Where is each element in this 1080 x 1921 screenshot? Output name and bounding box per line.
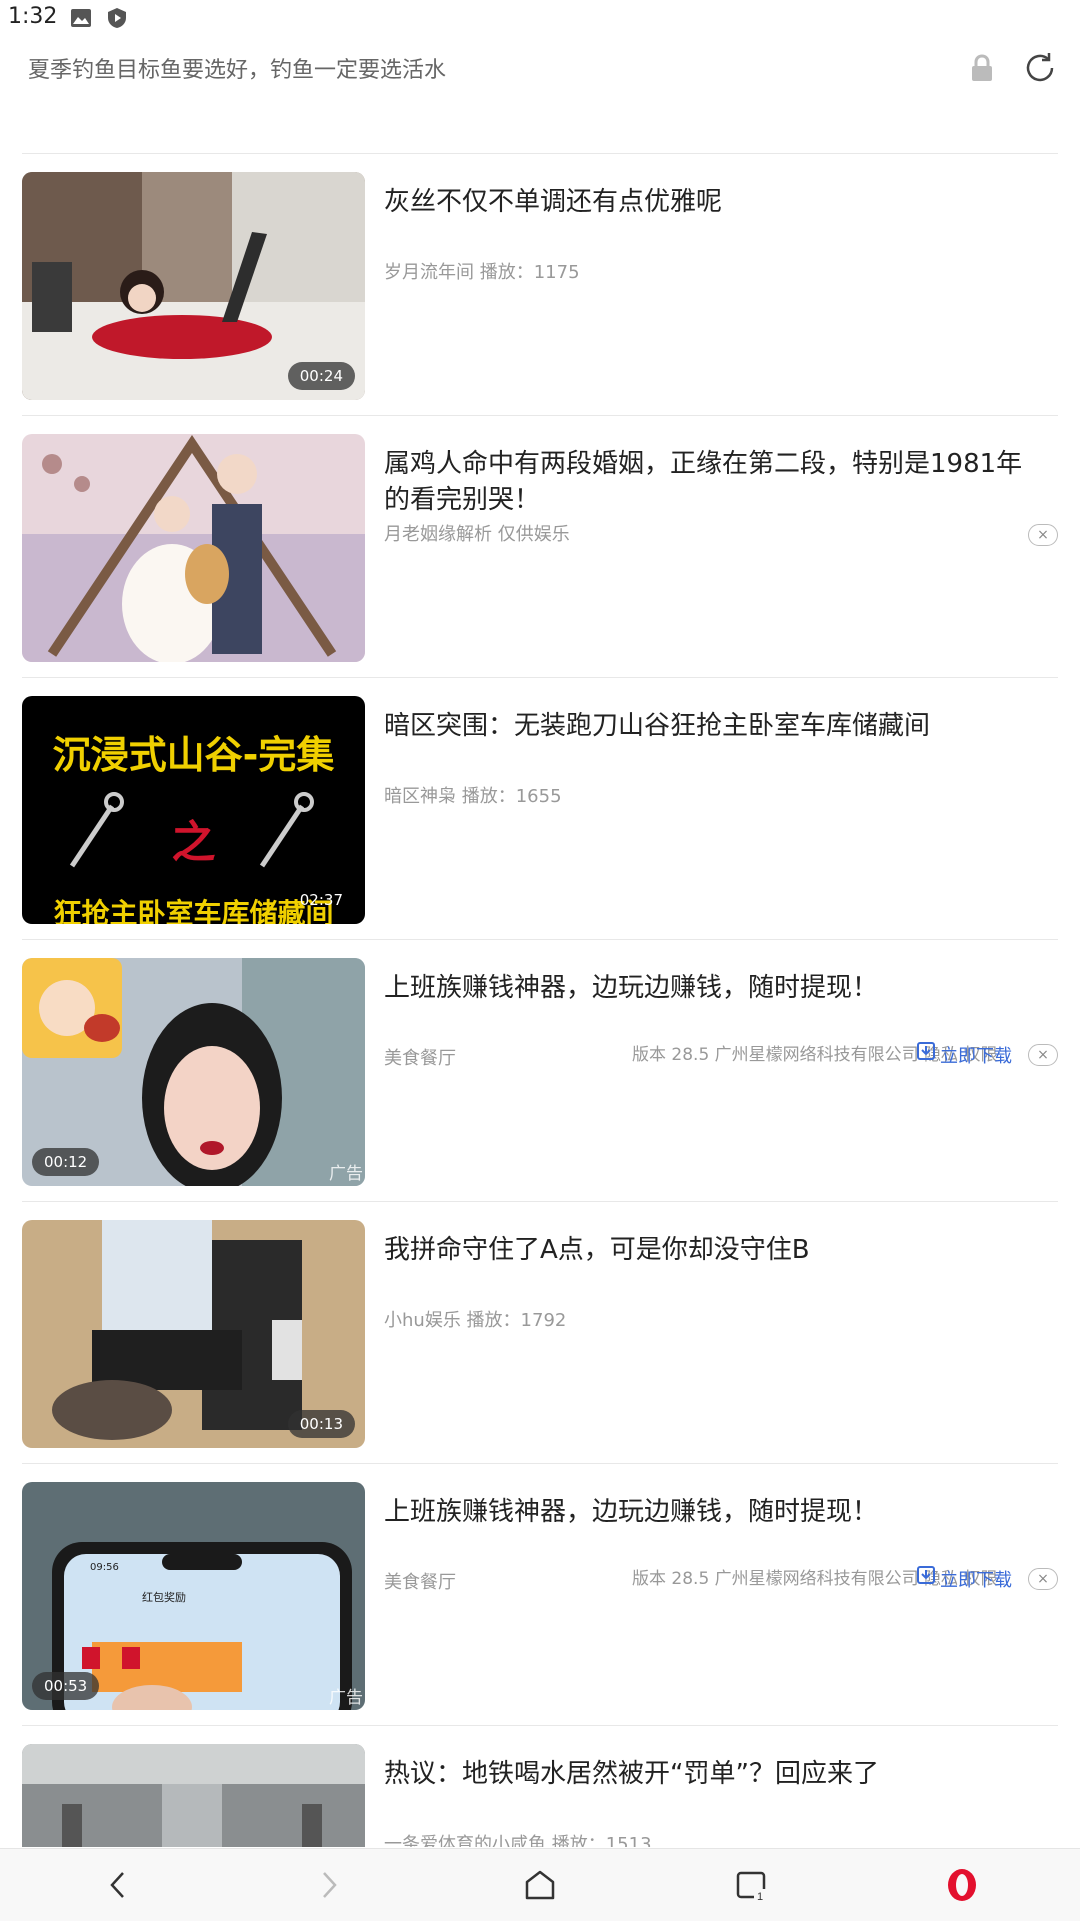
list-item[interactable]: 00:13 我拼命守住了A点，可是你却没守住B 小hu娱乐 播放：1792 [0,1220,1080,1450]
download-button[interactable]: 立即下载 [940,1566,1012,1592]
article-meta: 月老姻缘解析 仅供娱乐 [384,524,570,545]
home-icon[interactable] [520,1865,560,1905]
tabs-count: 1 [757,1891,763,1903]
video-duration: 02:37 [299,891,343,909]
ad-label: 广告 [329,1164,363,1184]
article-meta: 岁月流年间 播放：1175 [384,262,580,283]
article-title[interactable]: 上班族赚钱神器，边玩边赚钱，随时提现！ [384,970,1044,1006]
divider [22,677,1058,678]
article-title[interactable]: 暗区突围：无装跑刀山谷狂抢主卧室车库储藏间 [384,708,1044,744]
bottom-navigation: 1 [0,1848,1080,1921]
gallery-notification-icon [71,9,91,27]
video-duration: 00:12 [32,1148,100,1176]
video-thumbnail[interactable] [22,434,365,662]
video-duration: 00:24 [287,362,355,390]
phone-status-time: 09:56 [90,1562,119,1573]
dismiss-button[interactable]: × [1028,1568,1058,1590]
divider [22,415,1058,416]
status-time: 1:32 [8,4,58,29]
shield-notification-icon [108,8,126,28]
ad-label: 广告 [329,1688,363,1708]
advertiser-name: 美食餐厅 [384,1572,456,1593]
divider [22,153,1058,154]
opera-icon[interactable] [942,1865,982,1905]
article-meta: 小hu娱乐 播放：1792 [384,1310,567,1331]
dismiss-button[interactable]: × [1028,524,1058,546]
address-bar[interactable]: 夏季钓鱼目标鱼要选好，钓鱼一定要选活水 [0,36,1080,102]
video-duration: 00:13 [287,1410,355,1438]
list-item[interactable]: 热议：地铁喝水居然被开“罚单”？回应来了 一条爱体育的小咸鱼 播放：1513 [0,1744,1080,1847]
video-duration: 00:53 [32,1672,100,1700]
divider [22,939,1058,940]
video-thumbnail[interactable]: 00:12 广告 [22,958,365,1186]
download-button[interactable]: 立即下载 [940,1042,1012,1068]
back-icon[interactable] [98,1865,138,1905]
download-icon[interactable] [917,1042,935,1060]
divider [22,1725,1058,1726]
divider [22,1463,1058,1464]
dismiss-button[interactable]: × [1028,1044,1058,1066]
article-title[interactable]: 上班族赚钱神器，边玩边赚钱，随时提现！ [384,1494,1044,1530]
status-bar: 1:32 [0,0,1080,36]
download-icon[interactable] [917,1566,935,1584]
article-title[interactable]: 属鸡人命中有两段婚姻，正缘在第二段，特别是1981年的看完别哭！ [384,446,1044,518]
article-title[interactable]: 热议：地铁喝水居然被开“罚单”？回应来了 [384,1756,1044,1792]
list-item[interactable]: 沉浸式山谷-完集 之 狂抢主卧室车库储藏间 02:37 暗区突围：无装跑刀山谷狂… [0,696,1080,926]
article-title[interactable]: 灰丝不仅不单调还有点优雅呢 [384,184,1044,220]
video-thumbnail[interactable]: 00:13 [22,1220,365,1448]
advertiser-name: 美食餐厅 [384,1048,456,1069]
list-item[interactable]: 属鸡人命中有两段婚姻，正缘在第二段，特别是1981年的看完别哭！ 月老姻缘解析 … [0,434,1080,664]
video-thumbnail[interactable]: 00:24 [22,172,365,400]
video-thumbnail[interactable] [22,1744,365,1847]
phone-screen-heading: 红包奖励 [142,1591,186,1604]
thumbnail-overlay-text: 之 [171,817,216,868]
article-meta: 暗区神枭 播放：1655 [384,786,562,807]
article-meta: 一条爱体育的小咸鱼 播放：1513 [384,1834,652,1847]
page-title[interactable]: 夏季钓鱼目标鱼要选好，钓鱼一定要选活水 [28,52,446,84]
list-item[interactable]: 00:24 灰丝不仅不单调还有点优雅呢 岁月流年间 播放：1175 [0,172,1080,402]
reload-icon[interactable] [1022,50,1058,86]
news-feed[interactable]: 广告 00:24 灰丝不仅不单调还有点优雅呢 岁月流年间 播放：1175 [0,102,1080,1847]
lock-icon[interactable] [970,54,994,82]
video-thumbnail[interactable]: 09:56 红包奖励 00:53 广告 [22,1482,365,1710]
article-title[interactable]: 我拼命守住了A点，可是你却没守住B [384,1232,1044,1268]
ad-list-item[interactable]: 00:12 广告 上班族赚钱神器，边玩边赚钱，随时提现！ 美食餐厅 版本 28.… [0,958,1080,1188]
divider [22,1201,1058,1202]
video-thumbnail[interactable]: 沉浸式山谷-完集 之 狂抢主卧室车库储藏间 02:37 [22,696,365,924]
tabs-icon[interactable]: 1 [731,1865,771,1905]
forward-icon[interactable] [309,1865,349,1905]
ad-list-item[interactable]: 09:56 红包奖励 00:53 广告 上班族赚钱神器，边玩边赚钱，随时提现！ … [0,1482,1080,1712]
